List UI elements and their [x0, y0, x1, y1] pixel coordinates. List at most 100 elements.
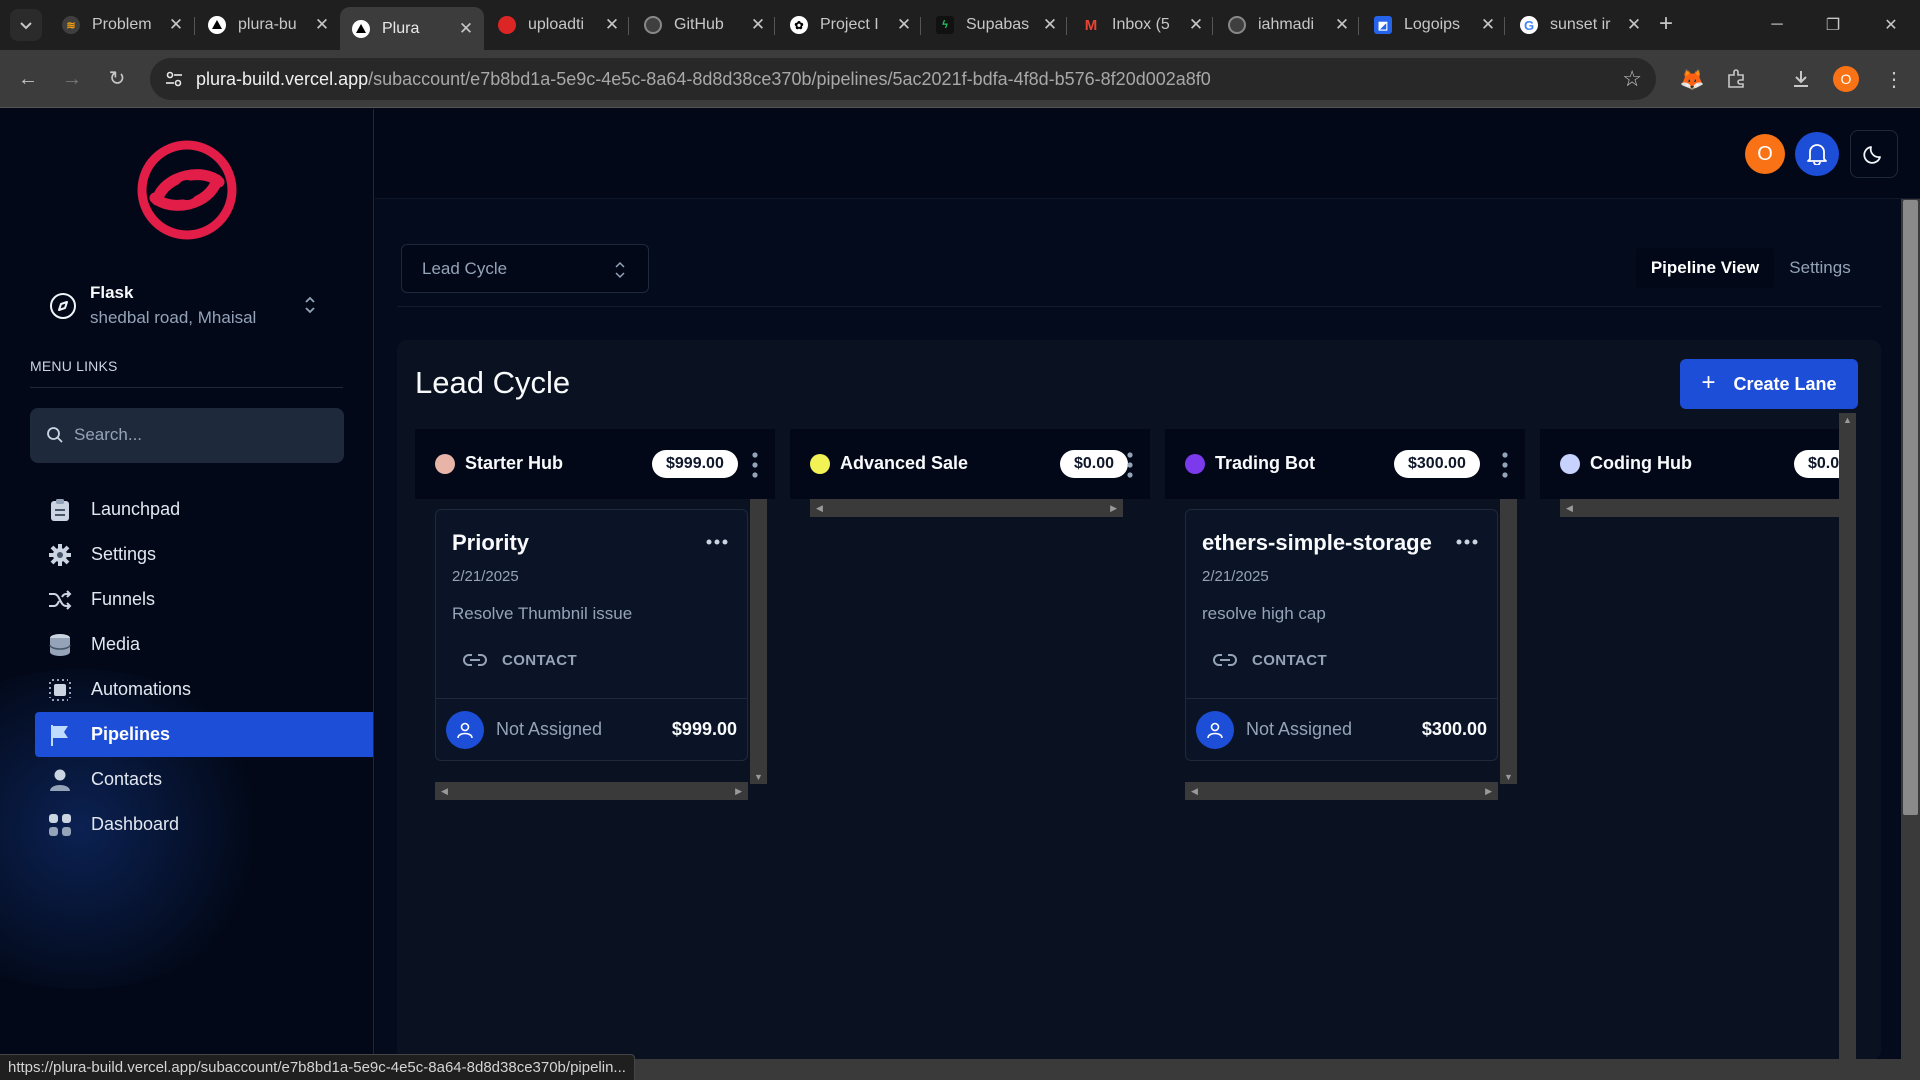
close-tab-icon[interactable]: ✕	[1188, 15, 1204, 35]
close-tab-icon[interactable]: ✕	[1334, 15, 1350, 35]
ticket-more-icon[interactable]	[1455, 538, 1479, 546]
tab-search-button[interactable]	[10, 9, 42, 41]
lane-horizontal-scrollbar[interactable]: ◀ ▶	[810, 499, 1123, 517]
close-tab-icon[interactable]: ✕	[1626, 15, 1642, 35]
browser-tab[interactable]: uploadti ✕	[486, 7, 630, 43]
user-avatar-letter: O	[1757, 142, 1773, 165]
close-tab-icon[interactable]: ✕	[750, 15, 766, 35]
ticket-card[interactable]: Priority 2/21/2025 Resolve Thumbnil issu…	[435, 509, 748, 761]
theme-toggle-button[interactable]	[1850, 130, 1898, 178]
lane-vertical-scrollbar[interactable]: ▼	[750, 499, 767, 784]
browser-tab[interactable]: M Inbox (5 ✕	[1070, 7, 1214, 43]
board-vertical-scrollbar[interactable]: ▲	[1839, 413, 1856, 1060]
sidebar-search[interactable]	[30, 408, 344, 463]
close-tab-icon[interactable]: ✕	[314, 15, 330, 35]
sidebar-item-media[interactable]: Media	[35, 622, 373, 667]
scroll-left-arrow[interactable]: ◀	[1566, 503, 1573, 514]
lane-horizontal-scrollbar[interactable]: ◀	[1560, 499, 1839, 517]
scroll-right-arrow[interactable]: ▶	[1110, 503, 1117, 514]
ticket-more-icon[interactable]	[705, 538, 729, 546]
browser-tab[interactable]: ◩ Logoips ✕	[1362, 7, 1506, 43]
tab-title: Supabas	[966, 16, 1030, 33]
ticket-card[interactable]: ethers-simple-storage 2/21/2025 resolve …	[1185, 509, 1498, 761]
scroll-right-arrow[interactable]: ▶	[1485, 786, 1492, 797]
restore-icon[interactable]: ❐	[1810, 0, 1856, 50]
plus-icon: +	[1701, 369, 1716, 396]
scroll-down-arrow[interactable]: ▼	[1504, 772, 1513, 782]
ticket-title: ethers-simple-storage	[1202, 530, 1432, 555]
main-divider	[397, 306, 1881, 307]
bookmark-star-icon[interactable]: ☆	[1622, 66, 1642, 92]
browser-tab-active[interactable]: Plura ✕	[340, 7, 484, 50]
lane-header: Coding Hub $0.00	[1540, 429, 1839, 499]
scroll-left-arrow[interactable]: ◀	[1191, 786, 1198, 797]
user-avatar[interactable]: O	[1745, 134, 1785, 174]
sidebar-item-contacts[interactable]: Contacts	[35, 757, 373, 802]
back-arrow-icon[interactable]: ←	[14, 65, 42, 93]
scroll-left-arrow[interactable]: ◀	[816, 503, 823, 514]
link-icon	[463, 654, 487, 666]
account-switcher[interactable]: Flask shedbal road, Mhaisal	[30, 269, 330, 339]
browser-tab[interactable]: ϟ Supabas ✕	[924, 7, 1068, 43]
close-tab-icon[interactable]: ✕	[1042, 15, 1058, 35]
page-scroll-thumb[interactable]	[1903, 200, 1918, 815]
lane-vertical-scrollbar[interactable]: ▼	[1500, 499, 1517, 784]
sidebar-item-launchpad[interactable]: Launchpad	[35, 487, 373, 532]
sidebar-item-dashboard[interactable]: Dashboard	[35, 802, 373, 847]
lane-more-icon[interactable]	[1500, 450, 1510, 480]
sidebar-item-pipelines[interactable]: Pipelines	[35, 712, 373, 757]
pipeline-select[interactable]: Lead Cycle	[401, 244, 649, 293]
search-input[interactable]	[74, 422, 324, 448]
lane-horizontal-scrollbar[interactable]: ◀ ▶	[435, 782, 748, 800]
browser-tabstrip: ≋ Problem ✕ plura-bu ✕ Plura ✕ uploadti …	[0, 0, 1920, 50]
address-bar[interactable]: plura-build.vercel.app/subaccount/e7b8bd…	[150, 58, 1656, 100]
extensions-puzzle-icon[interactable]	[1720, 63, 1752, 95]
sidebar-item-settings[interactable]: Settings	[35, 532, 373, 577]
browser-tab[interactable]: GitHub ✕	[632, 7, 776, 43]
metamask-fox-icon[interactable]: 🦊	[1676, 63, 1708, 95]
lane-more-icon[interactable]	[750, 450, 760, 480]
browser-tab[interactable]: ≋ Problem ✕	[50, 7, 194, 43]
sidebar-item-automations[interactable]: Automations	[35, 667, 373, 712]
sidebar-item-label: Settings	[91, 544, 157, 564]
browser-tab[interactable]: plura-bu ✕	[196, 7, 340, 43]
new-tab-button[interactable]: +	[1652, 11, 1680, 39]
ticket-contact-link[interactable]: CONTACT	[1212, 648, 1327, 672]
browser-tab[interactable]: ✿ Project I ✕	[778, 7, 922, 43]
forward-arrow-icon[interactable]: →	[58, 65, 86, 93]
scroll-down-arrow[interactable]: ▼	[754, 772, 763, 782]
lane-more-icon[interactable]	[1125, 450, 1135, 480]
close-window-icon[interactable]: ✕	[1868, 0, 1914, 50]
sidebar-item-funnels[interactable]: Funnels	[35, 577, 373, 622]
close-tab-icon[interactable]: ✕	[604, 15, 620, 35]
menu-links-label: MENU LINKS	[30, 358, 118, 374]
close-tab-icon[interactable]: ✕	[168, 15, 184, 35]
sidebar-item-label: Dashboard	[91, 814, 180, 834]
create-lane-button[interactable]: + Create Lane	[1680, 359, 1858, 409]
close-tab-icon[interactable]: ✕	[458, 19, 474, 39]
notifications-button[interactable]	[1795, 132, 1839, 176]
close-tab-icon[interactable]: ✕	[896, 15, 912, 35]
scroll-up-arrow[interactable]: ▲	[1843, 415, 1852, 425]
tab-title: sunset ir	[1550, 16, 1611, 33]
scroll-right-arrow[interactable]: ▶	[735, 786, 742, 797]
close-tab-icon[interactable]: ✕	[1480, 15, 1496, 35]
minimize-icon[interactable]: ─	[1754, 0, 1800, 50]
profile-avatar[interactable]: O	[1830, 63, 1862, 95]
browser-tab[interactable]: iahmadi ✕	[1216, 7, 1360, 43]
lane: Advanced Sale $0.00 ◀ ▶	[790, 429, 1150, 809]
tab-settings[interactable]: Settings	[1774, 248, 1866, 288]
lane-color-dot	[435, 454, 455, 474]
bell-icon	[1807, 144, 1827, 165]
ticket-contact-link[interactable]: CONTACT	[462, 648, 577, 672]
scroll-left-arrow[interactable]: ◀	[441, 786, 448, 797]
download-icon[interactable]	[1785, 63, 1817, 95]
reload-icon[interactable]: ↻	[103, 65, 131, 93]
site-info-icon[interactable]	[164, 69, 184, 89]
lane-horizontal-scrollbar[interactable]: ◀ ▶	[1185, 782, 1498, 800]
browser-menu-icon[interactable]: ⋮	[1878, 63, 1910, 95]
browser-tab[interactable]: G sunset ir ✕	[1508, 7, 1652, 43]
person-icon	[47, 767, 73, 793]
tab-pipeline-view[interactable]: Pipeline View	[1636, 248, 1774, 288]
ticket-date: 2/21/2025	[452, 568, 519, 585]
